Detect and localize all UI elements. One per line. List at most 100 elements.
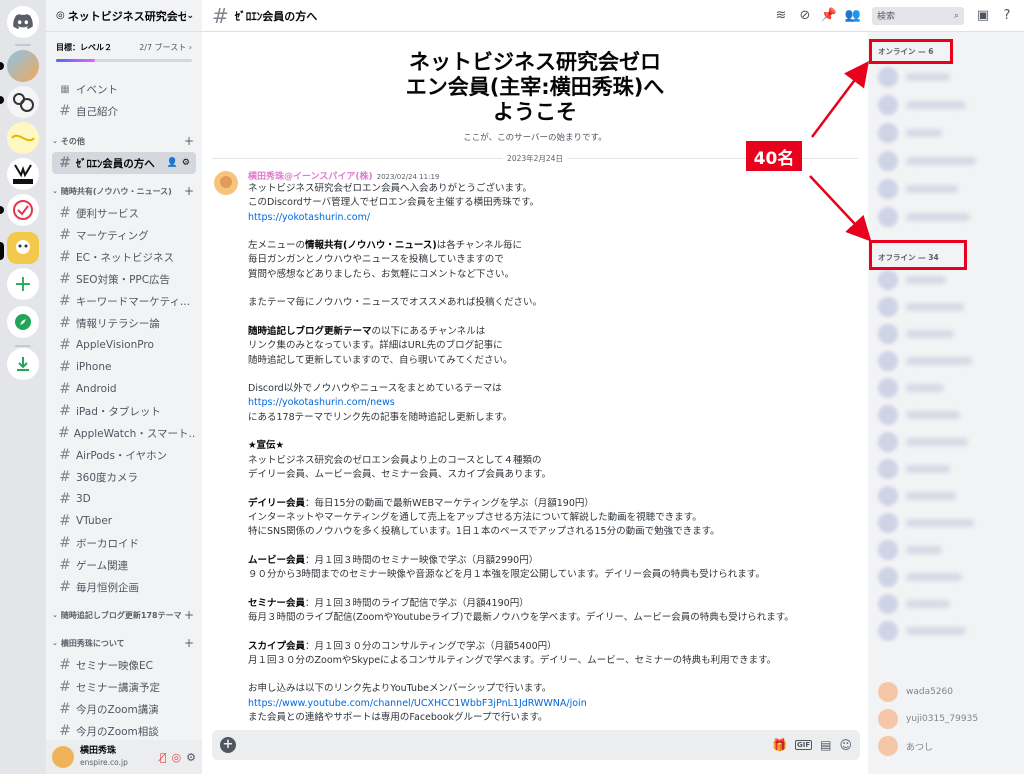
message-link[interactable]: https://yokotashurin.com/: [248, 212, 370, 223]
server-icon-active[interactable]: [7, 232, 39, 264]
channel-item[interactable]: # EC・ネットビジネス: [52, 246, 196, 268]
member-list-icon[interactable]: 👥: [842, 8, 864, 23]
server-icon-5[interactable]: [7, 194, 39, 226]
notification-muted-icon[interactable]: ⊘: [794, 8, 816, 23]
explore-servers-icon[interactable]: [7, 306, 39, 338]
emoji-icon[interactable]: ☺: [839, 738, 852, 752]
member-item[interactable]: [878, 123, 942, 143]
message-link[interactable]: https://yokotashurin.com/news: [248, 397, 395, 408]
member-item[interactable]: [878, 95, 966, 115]
gift-icon[interactable]: 🎁: [772, 738, 787, 752]
avatar[interactable]: [52, 746, 74, 768]
hash-icon: #: [59, 513, 71, 529]
channel-item[interactable]: # 毎月恒例企画: [52, 576, 196, 598]
events-item[interactable]: ▦ イベント: [52, 78, 196, 100]
member-item[interactable]: [878, 351, 972, 371]
channel-item[interactable]: # Android: [52, 378, 196, 400]
channel-item[interactable]: # ゲーム関連: [52, 554, 196, 576]
sticker-icon[interactable]: ▤: [820, 738, 831, 752]
gear-icon[interactable]: ⚙: [182, 158, 190, 168]
inbox-icon[interactable]: ▣: [972, 8, 994, 23]
channel-item[interactable]: # 今月のZoom講演: [52, 698, 196, 720]
channel-item[interactable]: # セミナー映像EC: [52, 654, 196, 676]
channel-item[interactable]: # 便利サービス: [52, 202, 196, 224]
download-apps-icon[interactable]: [7, 348, 39, 380]
message-composer[interactable]: + 🎁 GIF ▤ ☺: [212, 730, 860, 760]
member-item[interactable]: [878, 179, 958, 199]
hash-icon: #: [59, 447, 71, 463]
member-item[interactable]: [878, 67, 950, 87]
member-item[interactable]: [878, 459, 950, 479]
channel-item[interactable]: # キーワードマーケティ...: [52, 290, 196, 312]
message-author[interactable]: 横田秀珠@イーンスパイア(株): [248, 172, 373, 182]
search-input[interactable]: 検索 ⌕: [872, 6, 964, 25]
member-item[interactable]: [878, 594, 950, 614]
avatar[interactable]: [214, 171, 238, 195]
member-item[interactable]: [878, 324, 954, 344]
channel-label: AppleWatch・スマート...: [73, 427, 196, 440]
channel-item[interactable]: # SEO対策・PPC広告: [52, 268, 196, 290]
member-item[interactable]: あつし: [878, 736, 933, 756]
member-item[interactable]: [878, 405, 960, 425]
member-item[interactable]: [878, 297, 964, 317]
channel-category[interactable]: ⌄ 随時追記しブログ更新178テーマ +: [46, 604, 202, 626]
member-list: オンライン — 6 オフライン — 34 wada5260 yuji0315_79…: [868, 32, 1024, 774]
member-item[interactable]: [878, 432, 968, 452]
message-link[interactable]: https://www.youtube.com/channel/UCXHCC1W…: [248, 698, 587, 709]
member-item[interactable]: [878, 621, 966, 641]
channel-item[interactable]: # 今月のZoom相談: [52, 720, 196, 742]
server-icon-2[interactable]: [7, 86, 39, 118]
member-item[interactable]: yuji0315_79935: [878, 709, 978, 729]
channel-item[interactable]: # 自己紹介: [52, 100, 196, 122]
channel-item[interactable]: # セミナー講演予定: [52, 676, 196, 698]
add-channel-icon[interactable]: +: [184, 608, 194, 622]
member-item[interactable]: wada5260: [878, 682, 953, 702]
attach-plus-button[interactable]: +: [220, 737, 236, 753]
server-icon-3[interactable]: [7, 122, 39, 154]
channel-item[interactable]: # マーケティング: [52, 224, 196, 246]
channel-category[interactable]: ⌄ 横田秀珠について +: [46, 632, 202, 654]
threads-icon[interactable]: ≋: [770, 8, 792, 23]
pin-icon[interactable]: 📌: [818, 8, 840, 23]
channel-category[interactable]: ⌄ 随時共有(ノウハウ・ニュース) +: [46, 180, 202, 202]
member-item[interactable]: [878, 567, 962, 587]
channel-item[interactable]: # AirPods・イヤホン: [52, 444, 196, 466]
chevron-down-icon: ⌄: [52, 639, 58, 647]
channel-item[interactable]: # AppleWatch・スマート...: [52, 422, 196, 444]
channel-item[interactable]: #360度カメラ: [52, 466, 196, 488]
channel-item[interactable]: # ｾﾞﾛｴﾝ会員の方へ 👤 ⚙: [52, 152, 196, 174]
headphones-deafened-icon[interactable]: ◎: [172, 751, 182, 764]
channel-category[interactable]: ⌄ その他 +: [46, 130, 202, 152]
gear-icon[interactable]: ⚙: [186, 751, 196, 764]
channel-item[interactable]: # ボーカロイド: [52, 532, 196, 554]
add-server-icon[interactable]: +: [7, 268, 39, 300]
server-icon-listen[interactable]: [7, 158, 39, 190]
member-item[interactable]: [878, 540, 942, 560]
member-item[interactable]: [878, 207, 970, 227]
invite-icon[interactable]: 👤: [167, 158, 178, 168]
boost-goal[interactable]: 目標：レベル２ 2/7 ブースト ›: [46, 32, 202, 68]
server-header[interactable]: ◎ ネットビジネス研究会ゼロエ ⌄: [46, 0, 202, 32]
channel-item[interactable]: #3D: [52, 488, 196, 510]
add-channel-icon[interactable]: +: [184, 134, 194, 148]
discord-home-icon[interactable]: [7, 6, 39, 38]
member-item[interactable]: [878, 378, 944, 398]
member-item[interactable]: [878, 151, 976, 171]
channel-item[interactable]: # VTuber: [52, 510, 196, 532]
channel-label: iPhone: [76, 361, 112, 373]
member-item[interactable]: [878, 270, 946, 290]
message: 横田秀珠@イーンスパイア(株) 2023/02/24 11:19 ネットビジネス研…: [202, 165, 868, 725]
avatar: [878, 594, 898, 614]
channel-item[interactable]: # 情報リテラシー論: [52, 312, 196, 334]
channel-item[interactable]: # iPad・タブレット: [52, 400, 196, 422]
channel-item[interactable]: # AppleVisionPro: [52, 334, 196, 356]
mic-muted-icon[interactable]: 🎙̸: [160, 751, 167, 764]
channel-item[interactable]: # iPhone: [52, 356, 196, 378]
add-channel-icon[interactable]: +: [184, 184, 194, 198]
member-item[interactable]: [878, 513, 974, 533]
add-channel-icon[interactable]: +: [184, 636, 194, 650]
member-item[interactable]: [878, 486, 956, 506]
gif-button[interactable]: GIF: [795, 740, 813, 750]
help-icon[interactable]: ?: [996, 8, 1018, 23]
server-icon-1[interactable]: [7, 50, 39, 82]
